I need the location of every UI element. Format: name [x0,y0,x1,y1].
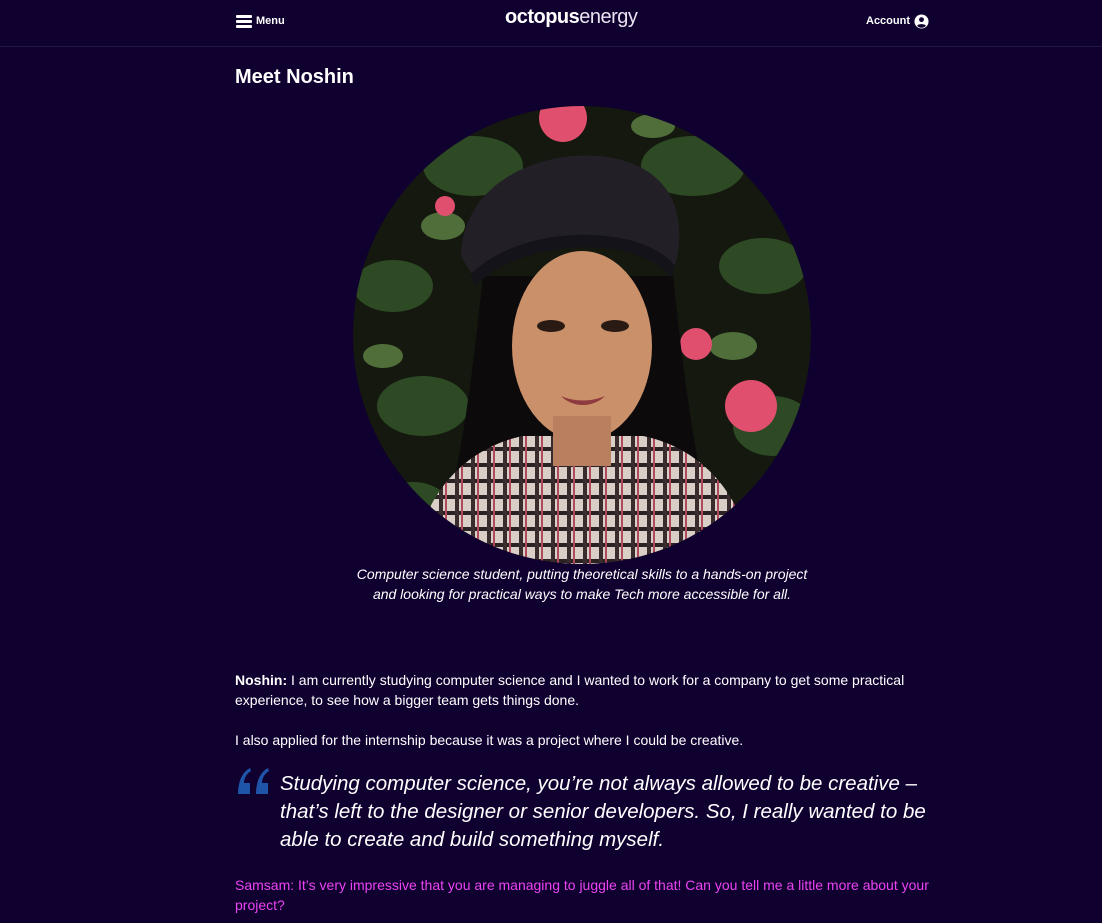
answer-text: I am currently studying computer science… [235,672,905,708]
speaker-name: Noshin: [235,672,288,688]
account-button[interactable]: Account [866,12,929,30]
logo-wordmark-bold: octopus [505,6,580,28]
photo-caption: Computer science student, putting theore… [356,566,808,602]
logo-wordmark-light: energy [579,6,638,28]
octopus-energy-logo[interactable]: octopus energy [505,6,638,32]
hamburger-icon [236,14,252,28]
menu-button[interactable]: Menu [236,12,285,30]
open-quote-icon [238,768,269,794]
interviewer-question: Samsam: It’s very impressive that you ar… [235,877,929,913]
menu-label: Menu [256,15,285,27]
top-navigation-bar: Menu octopus energy Account [0,0,1102,47]
answer-paragraph-2: I also applied for the internship becaus… [235,732,744,748]
pull-quote: Studying computer science, you’re not al… [280,772,926,851]
answer-paragraph-1: Noshin: I am currently studying computer… [235,670,925,710]
profile-photo [353,106,811,564]
page-title: Meet Noshin [235,66,354,88]
account-label: Account [866,15,910,27]
user-circle-icon [914,13,929,29]
